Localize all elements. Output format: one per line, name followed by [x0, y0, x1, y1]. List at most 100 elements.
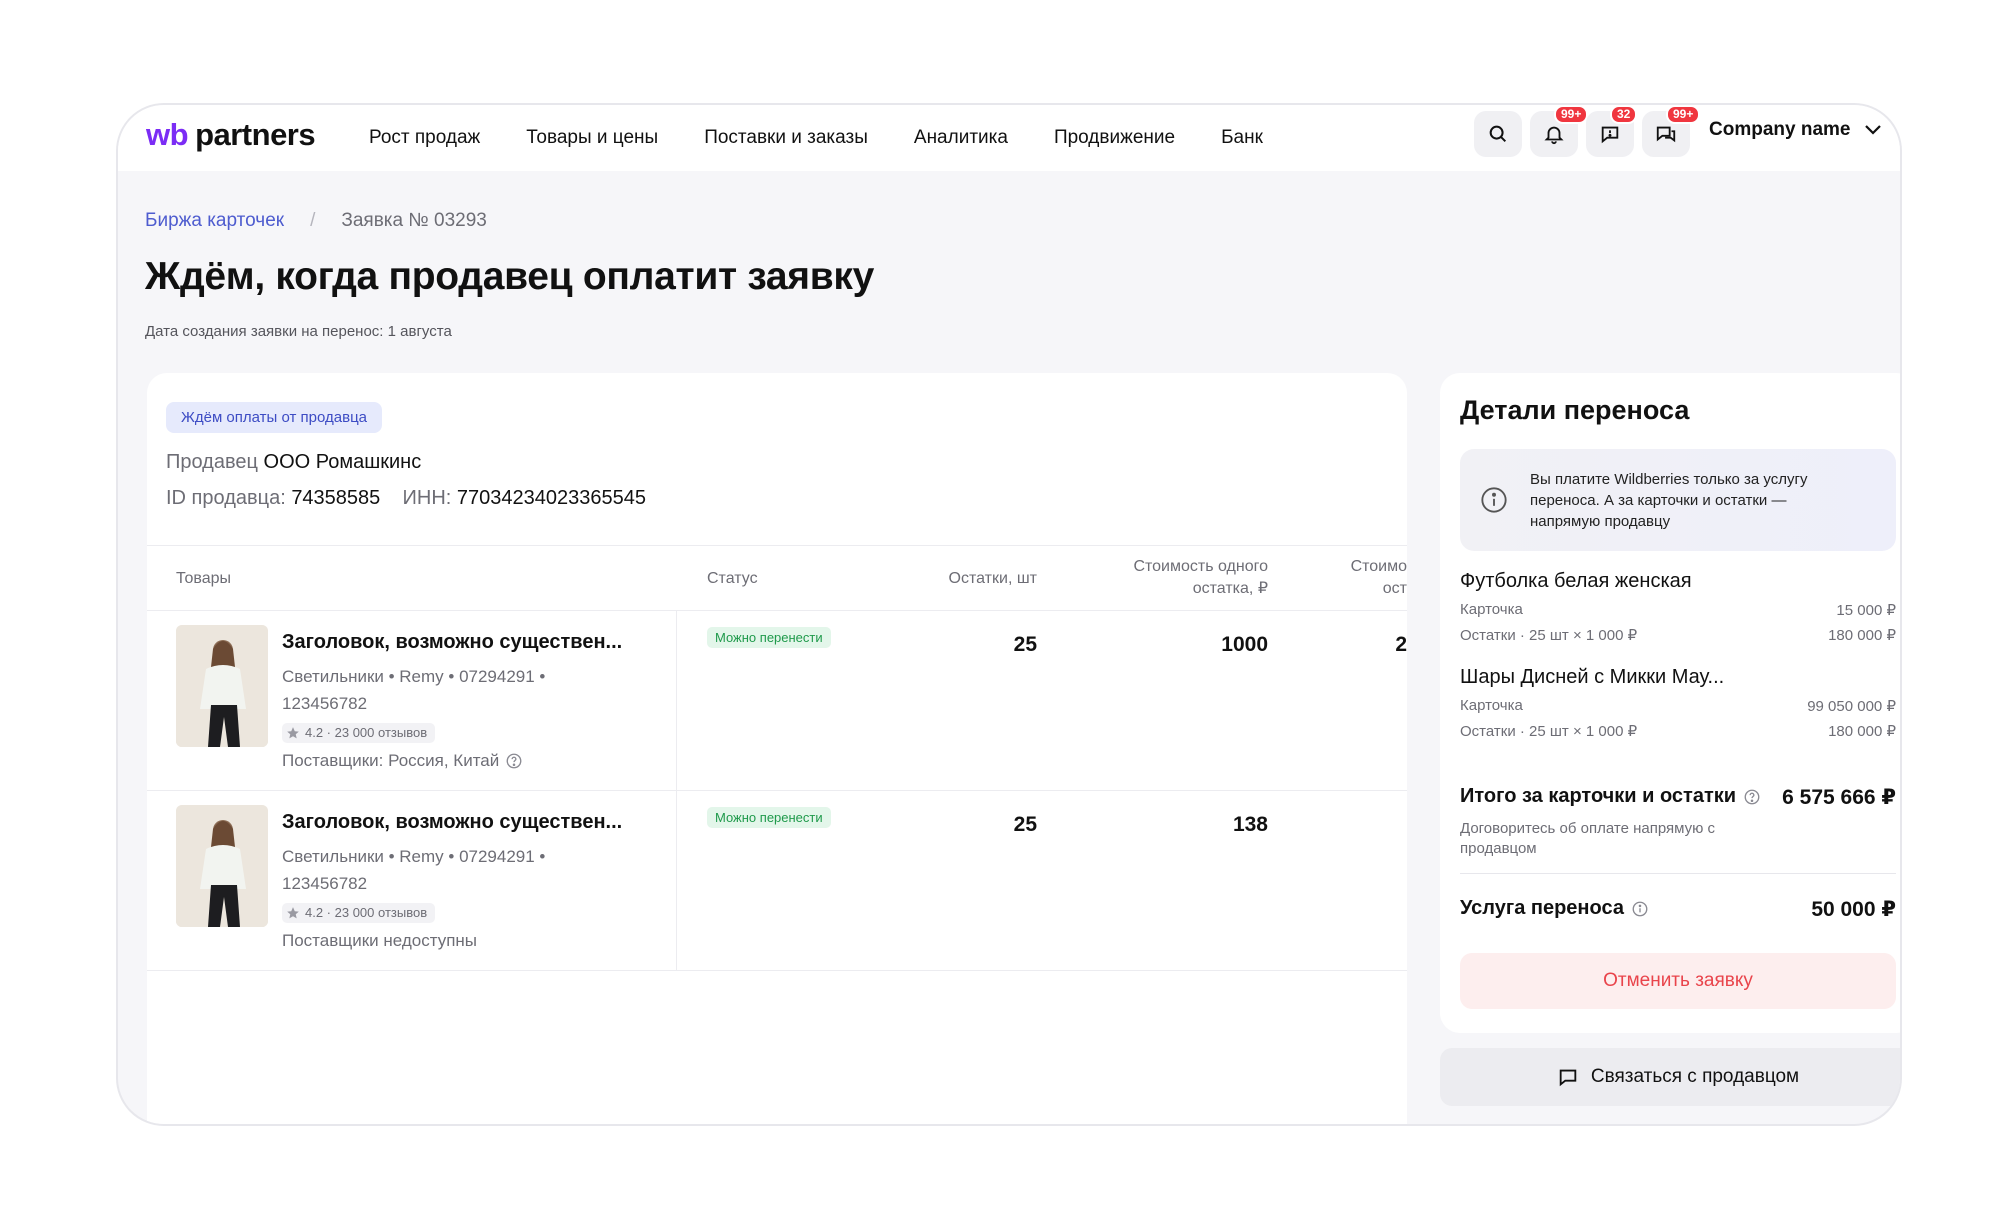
rating-text: 4.2 · 23 000 отзывов [305, 725, 428, 740]
detail-card-line: Карточка 15 000 ₽ [1460, 601, 1896, 619]
company-name: Company name [1709, 119, 1851, 140]
goods-table: Товары Статус Остатки, шт Стоимость одно… [147, 545, 1407, 971]
unit-cost-value: 1000 [1221, 633, 1268, 656]
messages-icon [1656, 126, 1676, 143]
product-title[interactable]: Заголовок, возможно существен... [282, 631, 622, 654]
product-meta: Светильники • Remy • 07294291 • 12345678… [282, 843, 582, 897]
product-image[interactable] [176, 625, 268, 747]
info-notice: Вы платите Wildberries только за услугу … [1460, 449, 1896, 551]
cancel-request-button[interactable]: Отменить заявку [1460, 953, 1896, 1009]
detail-card-value: 15 000 ₽ [1836, 602, 1896, 619]
seller-name: ООО Ромашкинс [263, 451, 422, 473]
service-label: Услуга переноса [1460, 897, 1649, 920]
nav-sales-growth[interactable]: Рост продаж [369, 127, 480, 149]
star-icon [287, 726, 299, 738]
top-navigation: wb partners Рост продаж Товары и цены По… [118, 105, 1900, 171]
column-divider [676, 791, 677, 970]
product-image[interactable] [176, 805, 268, 927]
total-label: Итого за карточки и остатки [1460, 785, 1761, 808]
help-icon[interactable] [1743, 788, 1761, 806]
header-status: Статус [707, 570, 758, 587]
info-icon[interactable] [1631, 900, 1649, 918]
seller-line: Продавец ООО Ромашкинс [166, 451, 421, 474]
detail-stock-value: 180 000 ₽ [1828, 723, 1896, 740]
stock-value: 25 [1013, 813, 1037, 836]
seller-id-value: 74358585 [291, 487, 381, 509]
suppliers-text: Поставщики: Россия, Китай [282, 751, 500, 770]
service-label-text: Услуга переноса [1460, 897, 1624, 919]
detail-stock-value: 180 000 ₽ [1828, 627, 1896, 644]
messages-badge: 99+ [1666, 105, 1701, 124]
table-row[interactable]: Заголовок, возможно существен... Светиль… [147, 791, 1407, 971]
service-value: 50 000 ₽ [1811, 898, 1896, 921]
table-header: Товары Статус Остатки, шт Стоимость одно… [147, 545, 1407, 611]
chat-alert-icon [1601, 126, 1619, 144]
detail-item-name: Футболка белая женская [1460, 570, 1692, 592]
breadcrumb-parent[interactable]: Биржа карточек [145, 210, 284, 232]
status-badge: Ждём оплаты от продавца [166, 402, 382, 433]
header-total-cost-line1: Стоимо [1350, 558, 1407, 575]
total-label-text: Итого за карточки и остатки [1460, 785, 1737, 807]
header-unit-cost: Стоимость одного остатка, ₽ [1077, 556, 1268, 600]
nav-goods-prices[interactable]: Товары и цены [526, 127, 658, 149]
logo-partners: partners [195, 117, 316, 152]
breadcrumb-current: Заявка № 03293 [341, 210, 487, 231]
star-icon [287, 906, 299, 918]
total-cost-value: 2 [1395, 633, 1407, 656]
product-meta-line1: Светильники • Remy • 07294291 • [282, 667, 546, 686]
total-value: 6 575 666 ₽ [1782, 786, 1896, 809]
suppliers-text: Поставщики недоступны [282, 931, 478, 950]
product-photo-icon [176, 625, 268, 747]
company-selector[interactable]: Company name [1709, 119, 1882, 141]
seller-label: Продавец [166, 451, 258, 473]
details-title: Детали переноса [1460, 395, 1690, 425]
table-row[interactable]: Заголовок, возможно существен... Светиль… [147, 611, 1407, 791]
nav-analytics[interactable]: Аналитика [914, 127, 1008, 149]
header-unit-cost-line2: остатка, ₽ [1192, 580, 1268, 597]
nav-promotion[interactable]: Продвижение [1054, 127, 1175, 149]
header-total-cost: Стоимо ост [1337, 556, 1407, 600]
messages-button[interactable]: 99+ [1642, 105, 1701, 157]
inn-value: 77034234023365545 [456, 487, 647, 509]
page-subtitle: Дата создания заявки на перенос: 1 авгус… [145, 323, 452, 340]
notifications-button[interactable]: 99+ [1530, 105, 1589, 157]
transfer-status-badge: Можно перенести [707, 807, 831, 828]
contact-seller-button[interactable]: Связаться с продавцом [1440, 1048, 1900, 1106]
product-meta-line2: 123456782 [282, 694, 368, 713]
chat-badge: 32 [1610, 105, 1638, 124]
product-meta-line1: Светильники • Remy • 07294291 • [282, 847, 546, 866]
nav-bank[interactable]: Банк [1221, 127, 1263, 149]
page-title: Ждём, когда продавец оплатит заявку [145, 255, 875, 298]
rating-text: 4.2 · 23 000 отзывов [305, 905, 428, 920]
header-goods: Товары [176, 570, 232, 587]
product-rating: 4.2 · 23 000 отзывов [282, 903, 436, 923]
chat-button[interactable]: 32 [1586, 105, 1638, 157]
notifications-badge: 99+ [1554, 105, 1589, 124]
logo-wb: wb [146, 117, 189, 152]
seller-ids: ID продавца: 74358585 ИНН: 7703423402336… [166, 487, 646, 510]
transfer-status-badge: Можно перенести [707, 627, 831, 648]
help-icon[interactable] [505, 752, 523, 770]
header-total-cost-line2: ост [1382, 580, 1407, 597]
info-text: Вы платите Wildberries только за услугу … [1530, 471, 1808, 530]
wb-partners-logo[interactable]: wb partners [146, 117, 316, 153]
detail-stock-line: Остатки · 25 шт × 1 000 ₽ 180 000 ₽ [1460, 722, 1896, 740]
info-icon [1481, 487, 1507, 513]
detail-card-label: Карточка [1460, 601, 1523, 618]
product-rating: 4.2 · 23 000 отзывов [282, 723, 436, 743]
column-divider [676, 611, 677, 790]
product-meta: Светильники • Remy • 07294291 • 12345678… [282, 663, 582, 717]
transfer-details-card: Детали переноса Вы платите Wildberries т… [1440, 373, 1900, 1033]
detail-stock-label: Остатки · 25 шт × 1 000 ₽ [1460, 627, 1638, 644]
nav-supplies-orders[interactable]: Поставки и заказы [704, 127, 868, 149]
search-button[interactable] [1474, 111, 1522, 157]
chevron-down-icon [1865, 125, 1882, 135]
inn-label: ИНН: [402, 487, 452, 509]
seller-id-label: ID продавца: [166, 487, 286, 509]
bell-icon [1544, 126, 1564, 145]
detail-stock-label: Остатки · 25 шт × 1 000 ₽ [1460, 723, 1638, 740]
product-title[interactable]: Заголовок, возможно существен... [282, 811, 622, 834]
header-stock: Остатки, шт [948, 570, 1037, 587]
stock-value: 25 [1013, 633, 1037, 656]
search-icon [1489, 125, 1507, 143]
